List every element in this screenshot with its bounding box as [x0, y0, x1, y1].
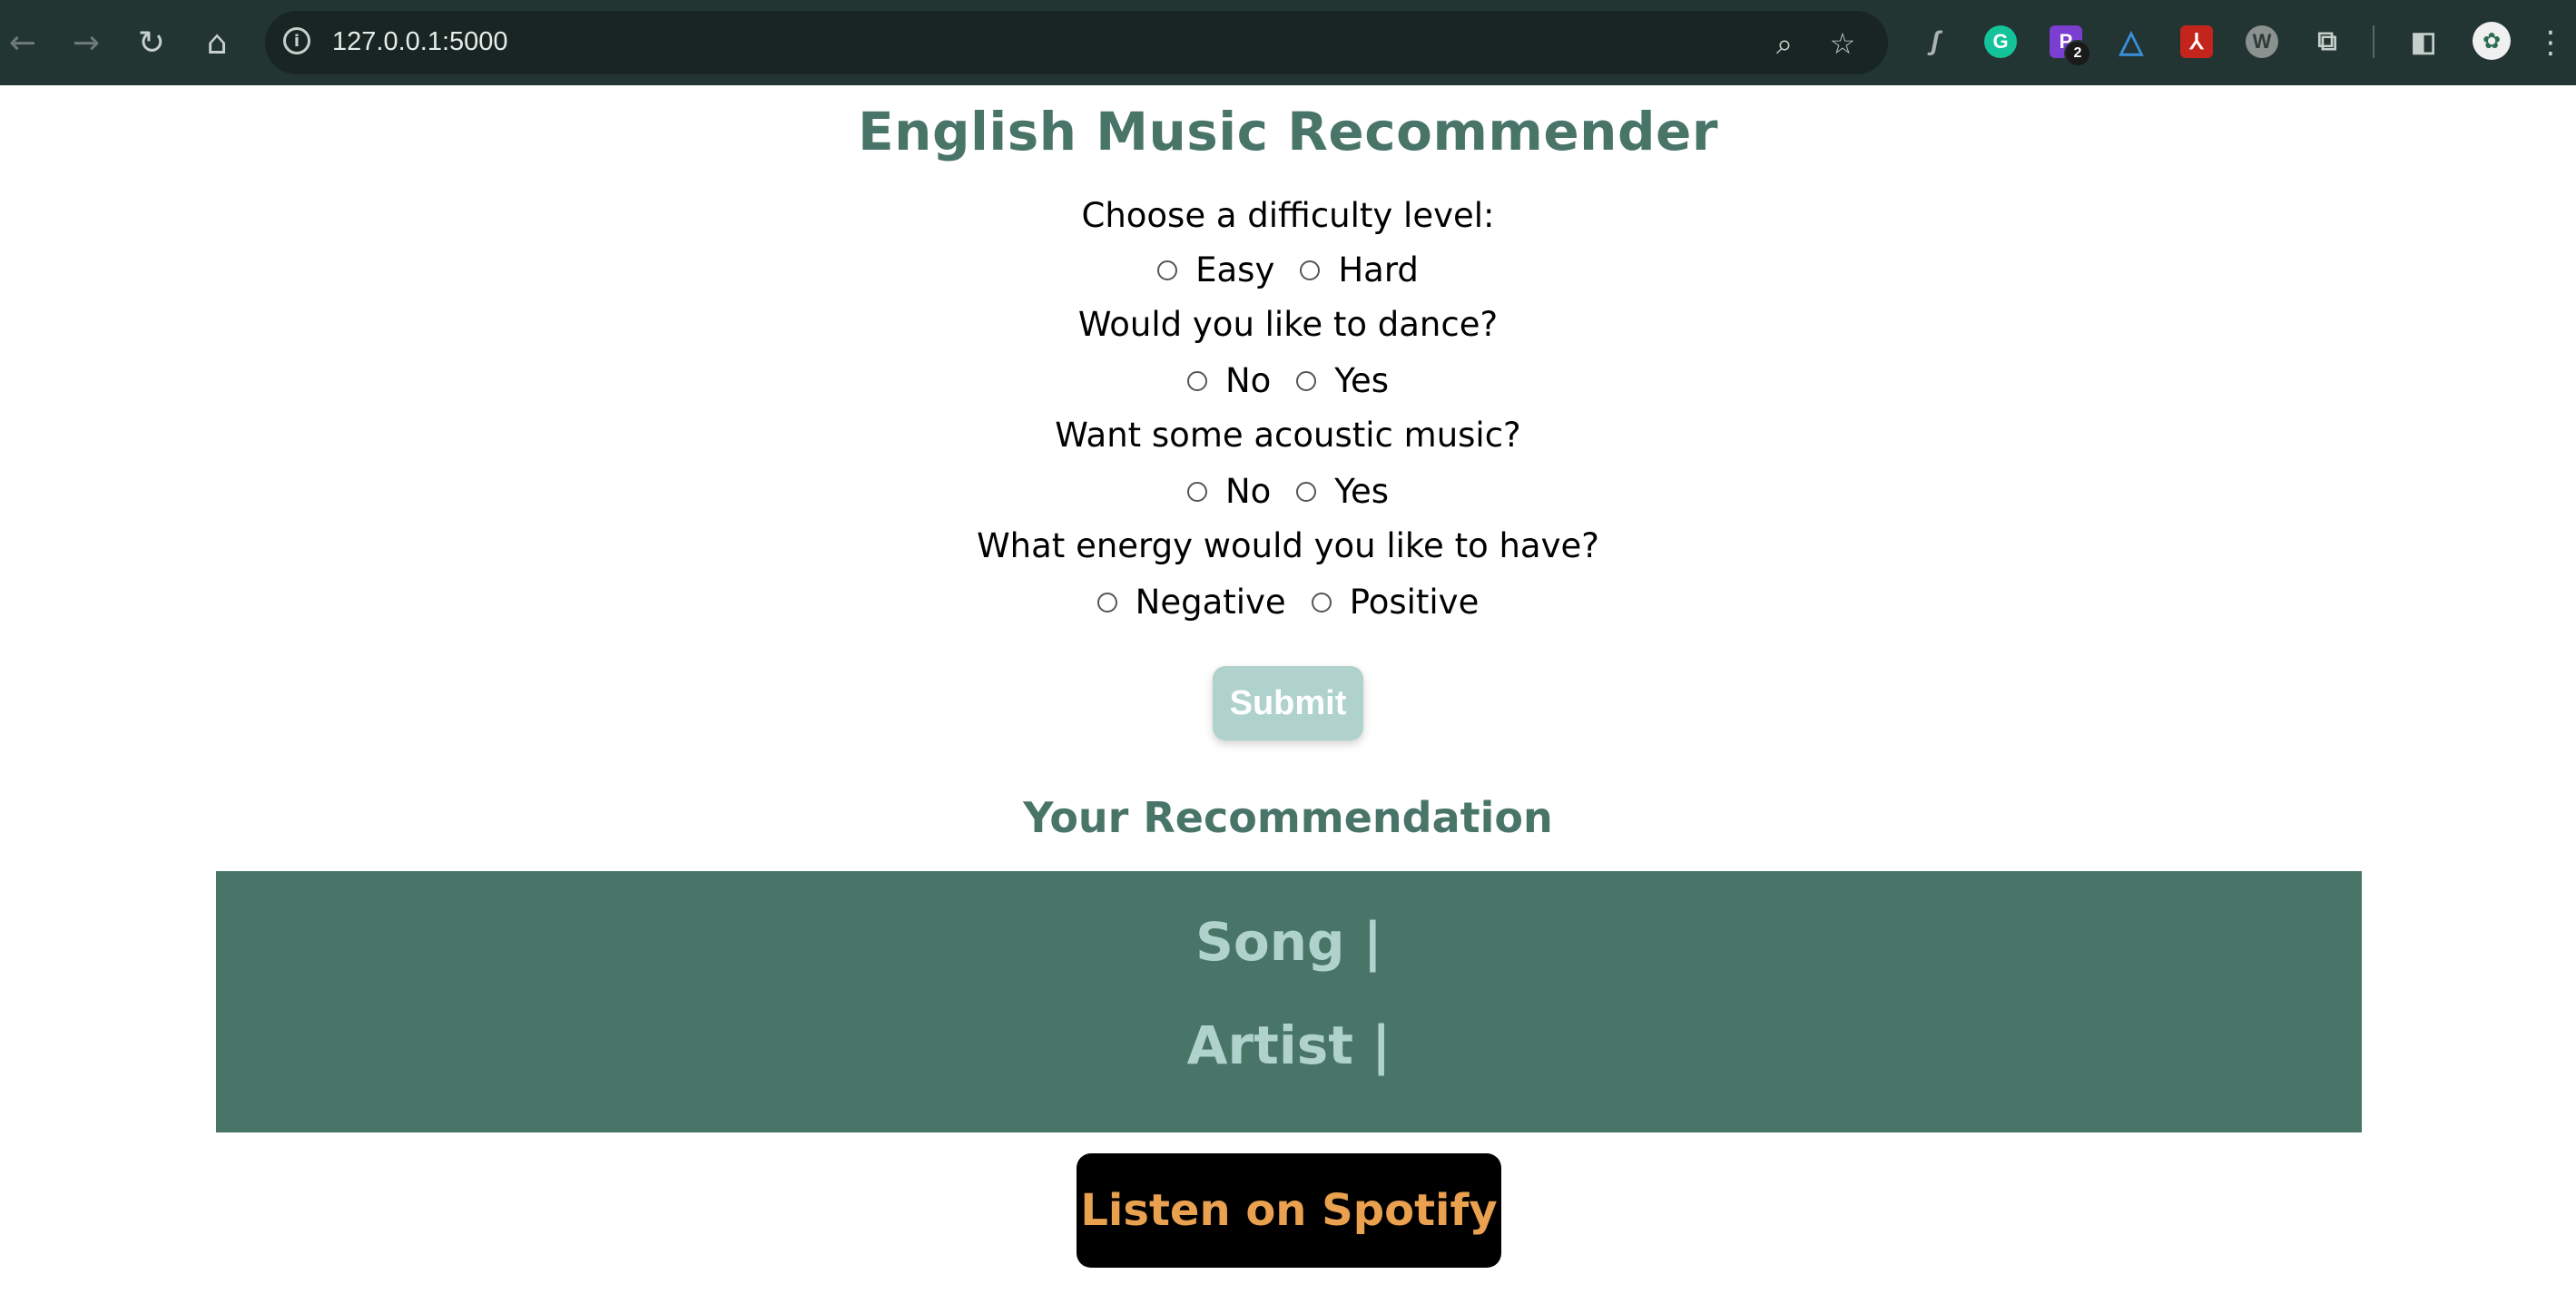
acoustic-options: No Yes [0, 470, 2576, 514]
browser-toolbar: ← → ↻ ⌂ i 127.0.0.1:5000 ⌕ ☆ ʃ G P2 △ ⅄ … [0, 0, 2576, 85]
energy-options: Negative Positive [0, 581, 2576, 624]
question-acoustic: Want some acoustic music? [1055, 416, 1521, 455]
question-difficulty: Choose a difficulty level: [1081, 196, 1495, 235]
radio-dance-yes[interactable] [1296, 371, 1317, 391]
option-label: Positive [1349, 583, 1480, 622]
url-text[interactable]: 127.0.0.1:5000 [332, 24, 508, 60]
star-icon[interactable]: ☆ [1824, 25, 1861, 62]
p-extension-icon[interactable]: P2 [2050, 25, 2091, 67]
forward-icon[interactable]: → [64, 20, 109, 65]
option-hard[interactable]: Hard [1300, 249, 1419, 292]
address-bar[interactable]: i 127.0.0.1:5000 ⌕ ☆ [265, 11, 1888, 74]
question-energy: What energy would you like to have? [977, 526, 1599, 565]
pdf-extension-icon[interactable]: ⅄ [2180, 25, 2213, 58]
side-panel-icon[interactable]: ◧ [2407, 25, 2440, 58]
zoom-icon[interactable]: ⌕ [1766, 25, 1803, 62]
option-label: No [1224, 472, 1272, 511]
option-label: Yes [1334, 472, 1390, 511]
toolbar-divider [2373, 25, 2374, 58]
menu-icon[interactable]: ⋮ [2535, 20, 2566, 65]
extensions-icon[interactable]: ⧉ [2311, 25, 2344, 58]
profile-avatar[interactable]: ✿ [2473, 22, 2511, 60]
option-label: Hard [1338, 250, 1419, 289]
option-negative[interactable]: Negative [1096, 581, 1286, 624]
option-acoustic-yes[interactable]: Yes [1296, 470, 1389, 514]
option-positive[interactable]: Positive [1311, 581, 1480, 624]
difficulty-options: Easy Hard [0, 249, 2576, 292]
back-icon[interactable]: ← [0, 20, 45, 65]
script-extension-icon[interactable]: ʃ [1919, 25, 1952, 58]
artist-line: Artist | [1186, 1015, 1391, 1076]
option-label: No [1224, 361, 1272, 400]
dance-options: No Yes [0, 359, 2576, 403]
option-acoustic-no[interactable]: No [1186, 470, 1272, 514]
reload-icon[interactable]: ↻ [129, 20, 174, 65]
info-icon[interactable]: i [283, 27, 310, 54]
option-label: Negative [1135, 583, 1286, 622]
radio-dance-no[interactable] [1186, 371, 1207, 391]
song-line: Song | [1195, 911, 1382, 973]
radio-acoustic-no[interactable] [1186, 482, 1207, 502]
question-dance: Would you like to dance? [1077, 305, 1499, 344]
option-label: Yes [1334, 361, 1390, 400]
radio-negative[interactable] [1096, 593, 1117, 613]
page-title: English Music Recommender [858, 101, 1718, 162]
w-extension-icon[interactable]: W [2246, 25, 2278, 58]
option-easy[interactable]: Easy [1157, 249, 1274, 292]
drive-extension-icon[interactable]: △ [2115, 25, 2148, 59]
home-icon[interactable]: ⌂ [194, 20, 240, 65]
option-label: Easy [1195, 250, 1275, 289]
recommendation-panel: Song | Artist | [216, 871, 2362, 1132]
recommendation-heading: Your Recommendation [1023, 793, 1553, 842]
option-dance-yes[interactable]: Yes [1296, 359, 1389, 403]
radio-positive[interactable] [1311, 593, 1332, 613]
page-content: English Music Recommender Choose a diffi… [0, 85, 2576, 1294]
radio-hard[interactable] [1300, 260, 1321, 280]
option-dance-no[interactable]: No [1186, 359, 1272, 403]
radio-acoustic-yes[interactable] [1296, 482, 1317, 502]
listen-on-spotify-button[interactable]: Listen on Spotify [1077, 1153, 1501, 1268]
grammarly-extension-icon[interactable]: G [1984, 25, 2017, 58]
submit-button[interactable]: Submit [1213, 666, 1363, 740]
radio-easy[interactable] [1157, 260, 1178, 280]
extension-badge: 2 [2064, 40, 2091, 67]
